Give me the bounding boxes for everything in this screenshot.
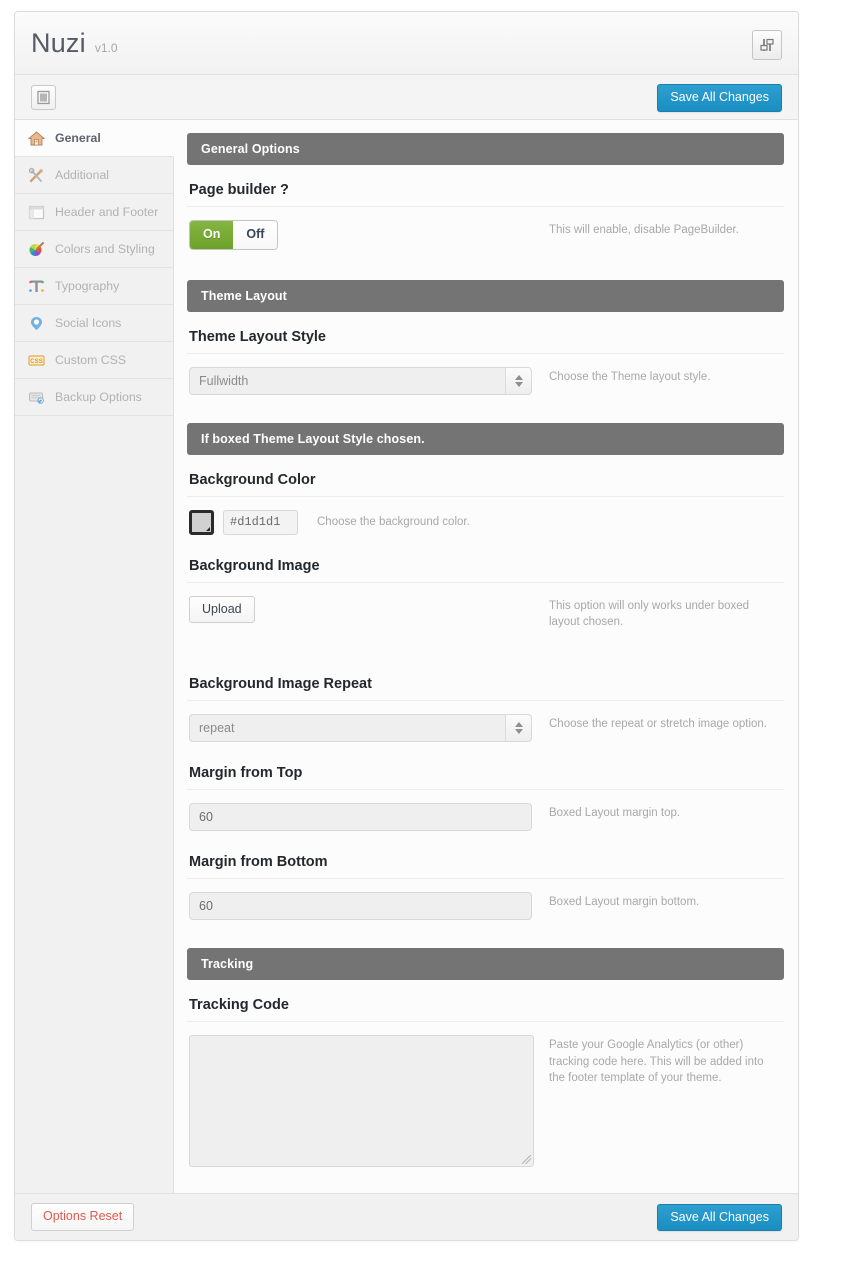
field-title-margin-bottom: Margin from Bottom: [187, 837, 784, 879]
select-spinner-icon[interactable]: [505, 368, 531, 394]
field-row-theme-layout-style: Fullwidth Choose the Theme layout style.: [187, 354, 784, 401]
panel-toggle-button[interactable]: [31, 85, 56, 110]
field-desc-tracking-code: Paste your Google Analytics (or other) t…: [534, 1035, 774, 1087]
typography-icon: [28, 278, 45, 295]
location-pin-icon: [28, 315, 45, 332]
theme-layout-style-select[interactable]: Fullwidth: [189, 367, 532, 395]
sidebar-item-additional[interactable]: Additional: [15, 157, 173, 194]
chevron-down-icon: [515, 382, 523, 387]
tracking-code-textarea[interactable]: [189, 1035, 534, 1167]
margin-bottom-input[interactable]: 60: [189, 892, 532, 920]
section-header-theme-layout: Theme Layout: [187, 280, 784, 312]
panel-toggle-icon: [36, 90, 51, 105]
sliders-icon-button[interactable]: [752, 30, 782, 60]
field-title-margin-top: Margin from Top: [187, 748, 784, 790]
field-row-background-image: Upload This option will only works under…: [187, 583, 784, 637]
sidebar-item-custom-css[interactable]: CSS Custom CSS: [15, 342, 173, 379]
margin-top-input[interactable]: 60: [189, 803, 532, 831]
field-title-theme-layout-style: Theme Layout Style: [187, 312, 784, 354]
section-header-if-boxed: If boxed Theme Layout Style chosen.: [187, 423, 784, 455]
background-color-input[interactable]: #d1d1d1: [223, 510, 298, 535]
field-title-page-builder: Page builder ?: [187, 165, 784, 207]
field-row-margin-top: 60 Boxed Layout margin top.: [187, 790, 784, 837]
sidebar-item-label: Custom CSS: [55, 353, 126, 367]
theme-layout-style-control: Fullwidth: [189, 367, 534, 395]
page-builder-toggle[interactable]: On Off: [189, 220, 278, 250]
field-row-page-builder: On Off This will enable, disable PageBui…: [187, 207, 784, 256]
sidebar-item-label: Header and Footer: [55, 205, 158, 219]
brand-version: v1.0: [95, 41, 118, 55]
section-header-general-options: General Options: [187, 133, 784, 165]
section-header-tracking: Tracking: [187, 948, 784, 980]
sidebar-item-backup-options[interactable]: Backup Options: [15, 379, 173, 416]
page-root: Nuzi v1.0 Save All Changes: [0, 0, 860, 1266]
field-row-tracking-code: Paste your Google Analytics (or other) t…: [187, 1022, 784, 1173]
panel-footer: Options Reset Save All Changes: [15, 1193, 798, 1240]
sidebar-item-label: Typography: [55, 279, 119, 293]
sidebar-item-header-and-footer[interactable]: Header and Footer: [15, 194, 173, 231]
sidebar-item-label: Social Icons: [55, 316, 121, 330]
sidebar-item-label: Colors and Styling: [55, 242, 155, 256]
theme-layout-style-value: Fullwidth: [190, 374, 248, 388]
page-builder-control: On Off: [189, 220, 534, 250]
color-swatch-button[interactable]: [189, 510, 214, 535]
toggle-off-segment[interactable]: Off: [233, 221, 277, 249]
field-desc-page-builder: This will enable, disable PageBuilder.: [534, 220, 739, 239]
field-desc-margin-top: Boxed Layout margin top.: [534, 803, 680, 822]
css-icon: CSS: [28, 352, 45, 369]
background-image-repeat-select[interactable]: repeat: [189, 714, 532, 742]
chevron-down-icon: [515, 729, 523, 734]
select-spinner-icon[interactable]: [505, 715, 531, 741]
sidebar-item-label: Additional: [55, 168, 109, 182]
save-all-changes-button-bottom[interactable]: Save All Changes: [657, 1204, 782, 1232]
save-all-changes-button-top[interactable]: Save All Changes: [657, 84, 782, 112]
options-panel: Nuzi v1.0 Save All Changes: [14, 11, 799, 1241]
field-desc-background-color: Choose the background color.: [317, 516, 470, 528]
field-row-background-color: #d1d1d1 Choose the background color.: [187, 497, 784, 541]
sidebar-item-social-icons[interactable]: Social Icons: [15, 305, 173, 342]
margin-top-control: 60: [189, 803, 534, 831]
panel-body: General Additional: [15, 120, 798, 1193]
chevron-up-icon: [515, 375, 523, 380]
field-title-background-color: Background Color: [187, 455, 784, 497]
top-toolbar: Save All Changes: [15, 75, 798, 120]
panel-header: Nuzi v1.0: [15, 12, 798, 75]
field-desc-theme-layout-style: Choose the Theme layout style.: [534, 367, 711, 386]
sliders-icon: [758, 36, 776, 54]
brand: Nuzi v1.0: [31, 28, 118, 59]
toggle-on-segment[interactable]: On: [190, 221, 233, 249]
field-desc-margin-bottom: Boxed Layout margin bottom.: [534, 892, 699, 911]
sidebar-item-colors-and-styling[interactable]: Colors and Styling: [15, 231, 173, 268]
sidebar-item-typography[interactable]: Typography: [15, 268, 173, 305]
color-wheel-icon: [28, 241, 45, 258]
field-title-background-image: Background Image: [187, 541, 784, 583]
tools-icon: [28, 167, 45, 184]
field-row-margin-bottom: 60 Boxed Layout margin bottom.: [187, 879, 784, 926]
field-title-tracking-code: Tracking Code: [187, 980, 784, 1022]
options-reset-button[interactable]: Options Reset: [31, 1203, 134, 1231]
sidebar-item-general[interactable]: General: [15, 120, 174, 157]
home-icon: [28, 130, 45, 147]
field-title-background-image-repeat: Background Image Repeat: [187, 659, 784, 701]
chevron-up-icon: [515, 722, 523, 727]
background-image-repeat-value: repeat: [190, 721, 234, 735]
backup-icon: [28, 389, 45, 406]
margin-bottom-control: 60: [189, 892, 534, 920]
svg-text:CSS: CSS: [30, 358, 43, 365]
options-content: General Options Page builder ? On Off Th…: [174, 120, 798, 1193]
brand-name: Nuzi: [31, 28, 86, 59]
sidebar-item-label: General: [55, 131, 101, 145]
field-desc-background-image-repeat: Choose the repeat or stretch image optio…: [534, 714, 767, 733]
sidebar-item-label: Backup Options: [55, 390, 142, 404]
field-desc-background-image: This option will only works under boxed …: [534, 596, 774, 631]
field-row-background-image-repeat: repeat Choose the repeat or stretch imag…: [187, 701, 784, 748]
sidebar-nav: General Additional: [15, 120, 174, 1193]
background-image-control: Upload: [189, 596, 534, 624]
background-color-control: #d1d1d1 Choose the background color.: [189, 510, 470, 535]
background-image-repeat-control: repeat: [189, 714, 534, 742]
layout-icon: [28, 204, 45, 221]
tracking-code-control: [189, 1035, 534, 1167]
upload-button[interactable]: Upload: [189, 596, 255, 624]
